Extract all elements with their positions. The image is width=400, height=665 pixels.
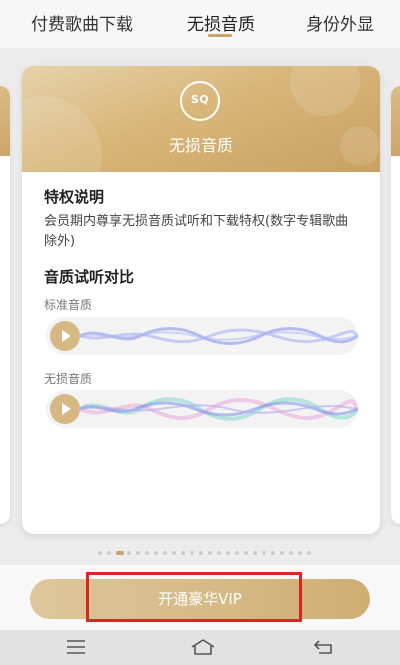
pagination-dot (298, 551, 302, 555)
sq-badge-icon: SQ (180, 81, 220, 121)
standard-quality-label: 标准音质 (44, 298, 93, 312)
tab-identity-display[interactable]: 身份外显 (306, 10, 374, 35)
pagination-dot (127, 551, 131, 555)
standard-quality-player (46, 317, 358, 355)
pagination-dot (262, 551, 266, 555)
back-icon[interactable] (313, 637, 335, 657)
pagination-dot (244, 551, 248, 555)
compare-heading: 音质试听对比 (44, 268, 135, 286)
pagination-dot (217, 551, 221, 555)
tab-lossless-quality[interactable]: 无损音质 (187, 10, 255, 35)
pagination-dot (235, 551, 239, 555)
pagination-dot (280, 551, 284, 555)
screen: 付费歌曲下载 无损音质 身份外显 SQ 无损音质 特权说明 会员期内尊享无损音质… (0, 0, 400, 665)
standard-waveform (80, 327, 358, 345)
privilege-description: 会员期内尊享无损音质试听和下载特权(数字专辑歌曲除外) (44, 214, 349, 249)
pagination-dot (145, 551, 149, 555)
pagination-dot (271, 551, 275, 555)
pagination-dot (136, 551, 140, 555)
active-tab-indicator (208, 34, 232, 37)
sq-badge-text: SQ (190, 93, 210, 106)
menu-icon[interactable] (65, 637, 87, 657)
pagination-dot (107, 551, 111, 555)
pagination-dot (163, 551, 167, 555)
pagination-dot (154, 551, 158, 555)
tab-paid-download[interactable]: 付费歌曲下载 (31, 10, 133, 35)
lossless-quality-label: 无损音质 (44, 372, 93, 386)
card-header: SQ 无损音质 (22, 66, 380, 216)
pagination-dot (172, 551, 176, 555)
pagination-dot (190, 551, 194, 555)
pagination-dot (289, 551, 293, 555)
play-icon[interactable] (50, 394, 80, 424)
lossless-waveform (80, 397, 358, 421)
card-title: 无损音质 (168, 136, 233, 155)
system-nav-bar (0, 630, 400, 665)
pagination-dot (253, 551, 257, 555)
privilege-card: SQ 无损音质 特权说明 会员期内尊享无损音质试听和下载特权(数字专辑歌曲除外)… (22, 66, 380, 534)
lossless-quality-player (46, 390, 358, 428)
next-card-header (391, 86, 400, 156)
play-icon[interactable] (50, 321, 80, 351)
previous-card-header (0, 86, 10, 156)
home-icon[interactable] (190, 637, 216, 657)
pagination-dot-active (116, 551, 124, 555)
open-vip-button[interactable]: 开通豪华VIP (30, 579, 370, 619)
pagination-dot (98, 551, 102, 555)
pagination-dot (226, 551, 230, 555)
pagination-dot (199, 551, 203, 555)
next-card-peek[interactable] (391, 86, 400, 524)
pagination-dot (307, 551, 311, 555)
pagination-dot (181, 551, 185, 555)
tab-bar: 付费歌曲下载 无损音质 身份外显 (0, 0, 400, 48)
header-decoration (290, 66, 360, 116)
privilege-heading: 特权说明 (44, 188, 105, 206)
pagination-dot (208, 551, 212, 555)
previous-card-peek[interactable] (0, 86, 10, 524)
